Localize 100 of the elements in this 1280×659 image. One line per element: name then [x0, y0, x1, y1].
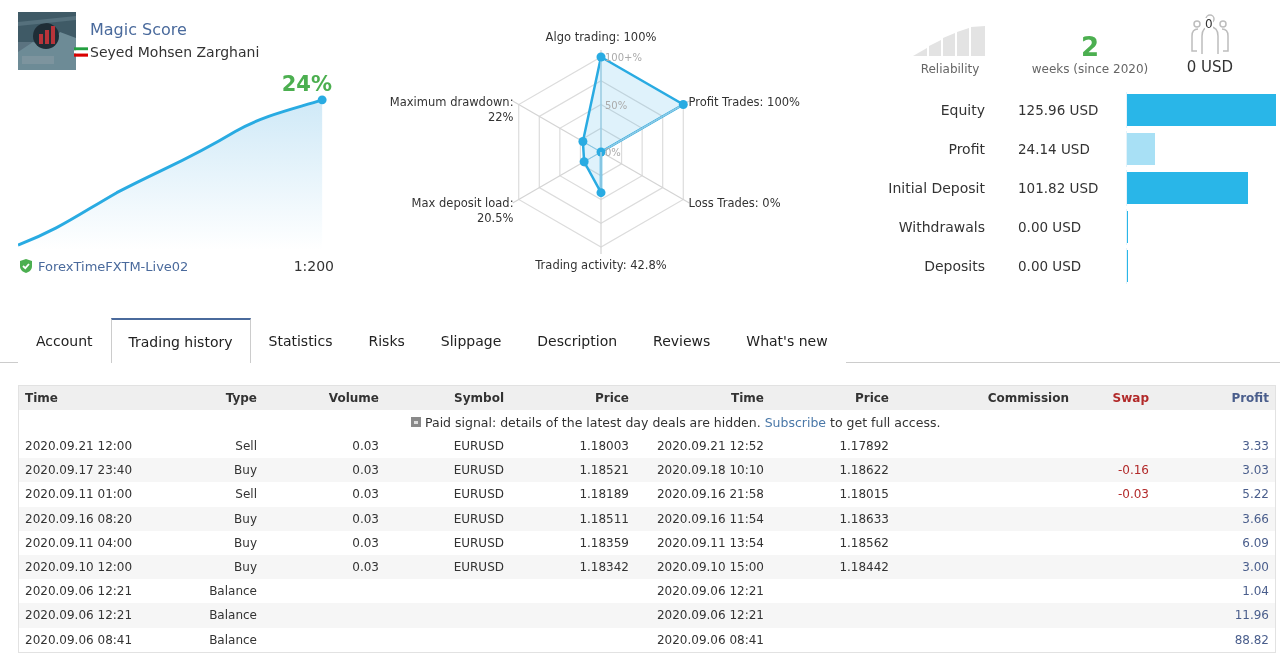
table-cell: 2020.09.06 08:41	[656, 632, 764, 647]
table-cell: 0.03	[352, 487, 379, 502]
table-cell: 1.18189	[579, 487, 629, 502]
table-cell: 1.18015	[839, 487, 889, 502]
balance-value: 101.82 USD	[1017, 179, 1100, 196]
table-cell: Buy	[234, 560, 257, 575]
table-cell: 3.00	[1242, 560, 1269, 575]
balance-label: Withdrawals	[897, 218, 985, 235]
column-header: Type	[224, 391, 258, 405]
weeks-label: weeks (since 2020)	[1031, 62, 1149, 76]
table-cell: 3.33	[1242, 439, 1269, 454]
table-cell: 1.04	[1242, 584, 1269, 599]
radar-axis-label: Trading activity: 42.8%	[535, 258, 667, 272]
paid-signal-notice: Paid signal: details of the latest day deals are hidden. Subscribe to get full access.	[425, 414, 941, 430]
table-cell: Sell	[235, 439, 257, 454]
subscribe-link[interactable]: Subscribe	[764, 414, 827, 430]
table-cell: 0.03	[352, 535, 379, 550]
subscription-cost: 0 USD	[1186, 58, 1234, 76]
leverage-value: 1:200	[293, 258, 334, 274]
column-header: Time	[730, 391, 765, 405]
table-cell: Buy	[234, 463, 257, 478]
column-header: Volume	[327, 391, 380, 405]
radar-tick-label: 50%	[605, 99, 628, 111]
table-cell: 0.03	[352, 463, 379, 478]
radar-tick-label: 0%	[605, 147, 621, 158]
table-cell: 1.18562	[839, 535, 889, 550]
table-cell: 1.18342	[579, 560, 629, 575]
balance-value: 0.00 USD	[1017, 257, 1083, 274]
growth-value: 24%	[281, 72, 332, 96]
table-cell: 2020.09.11 04:00	[25, 535, 133, 550]
radar-axis-label: 20.5%	[477, 210, 514, 225]
table-cell: 6.09	[1242, 535, 1269, 550]
table-cell: 2020.09.06 12:21	[656, 608, 764, 623]
balance-value: 24.14 USD	[1017, 140, 1091, 157]
table-cell: 0.03	[352, 560, 379, 575]
table-cell: EURUSD	[453, 439, 504, 454]
table-cell: 2020.09.11 01:00	[25, 487, 133, 502]
table-cell: 0.03	[352, 439, 379, 454]
balance-value: 125.96 USD	[1017, 101, 1100, 118]
table-cell: 3.66	[1242, 511, 1269, 526]
table-cell: 2020.09.21 12:00	[25, 439, 133, 454]
table-cell: Balance	[209, 608, 257, 623]
subscriber-count: 0	[1205, 18, 1213, 30]
table-cell: EURUSD	[453, 535, 504, 550]
table-cell: 1.18622	[839, 463, 889, 478]
balance-label: Deposits	[923, 257, 985, 274]
column-header: Symbol	[453, 391, 505, 405]
column-header: Price	[593, 391, 630, 405]
table-cell: 2020.09.06 12:21	[25, 584, 133, 599]
table-cell: 2020.09.17 23:40	[25, 463, 133, 478]
radar-axis-label: 22%	[487, 109, 514, 124]
table-cell: -0.03	[1117, 487, 1149, 502]
column-header: Price	[853, 391, 890, 405]
radar-axis-label: Loss Trades: 0%	[688, 195, 781, 210]
signal-title[interactable]: Magic Score	[74, 20, 260, 39]
radar-axis-label: Max deposit load:	[411, 195, 514, 210]
table-cell: 2020.09.06 12:21	[25, 608, 133, 623]
table-cell: EURUSD	[453, 560, 504, 575]
table-cell: Balance	[209, 584, 257, 599]
lock-icon	[411, 417, 421, 427]
table-cell: 1.18511	[579, 511, 629, 526]
end-point	[317, 95, 327, 105]
table-cell: 2020.09.16 21:58	[656, 487, 764, 502]
table-cell: 1.18442	[839, 560, 889, 575]
table-cell: 1.17892	[839, 439, 889, 454]
column-header: Profit	[1230, 391, 1270, 405]
people-icon	[1189, 14, 1231, 56]
server-link[interactable]: ForexTimeFXTM-Live02	[38, 258, 290, 274]
table-cell: 5.22	[1242, 487, 1269, 502]
table-cell: 11.96	[1234, 608, 1269, 623]
table-cell: 2020.09.16 11:54	[656, 511, 764, 526]
table-cell: 3.03	[1242, 463, 1269, 478]
table-cell: 2020.09.06 12:21	[656, 584, 764, 599]
reliability-bars-icon	[913, 26, 987, 56]
column-header: Commission	[986, 391, 1070, 405]
table-cell: EURUSD	[453, 463, 504, 478]
table-cell: 2020.09.18 10:10	[656, 463, 764, 478]
table-cell: 2020.09.21 12:52	[656, 439, 764, 454]
balance-label: Profit	[947, 140, 985, 157]
table-cell: Sell	[235, 487, 257, 502]
table-cell: 0.03	[352, 511, 379, 526]
balance-value: 0.00 USD	[1017, 218, 1083, 235]
weeks-value: 2	[1080, 33, 1100, 62]
author-name: Seyed Mohsen Zarghani	[90, 44, 260, 60]
table-cell: 88.82	[1234, 632, 1269, 647]
radar-tick-label: 100+%	[605, 52, 642, 63]
reliability-label: Reliability	[920, 62, 980, 76]
balance-label: Equity	[939, 101, 985, 118]
tab[interactable]: Trading history	[110, 318, 251, 363]
flag-icon	[74, 47, 88, 57]
table-cell: 2020.09.10 12:00	[25, 560, 133, 575]
table-cell: 1.18633	[839, 511, 889, 526]
table-cell: 1.18359	[579, 535, 629, 550]
table-cell: -0.16	[1117, 463, 1149, 478]
column-header: Swap	[1111, 391, 1150, 405]
radar-axis-label: Profit Trades: 100%	[688, 94, 800, 109]
column-header: Time	[24, 391, 59, 405]
radar-axis-label: Maximum drawdown:	[389, 94, 514, 109]
table-cell: 1.18003	[579, 439, 629, 454]
balance-label: Initial Deposit	[887, 179, 985, 196]
